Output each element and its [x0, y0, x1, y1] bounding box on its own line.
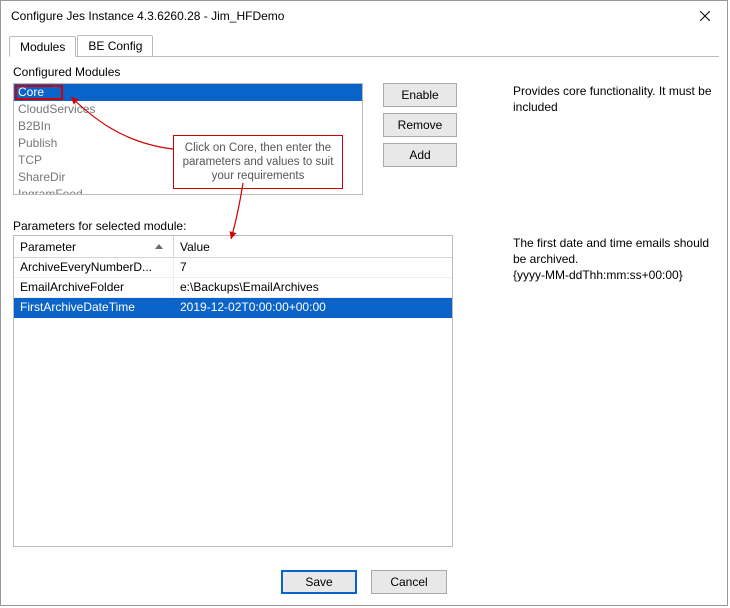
table-row[interactable]: FirstArchiveDateTime 2019-12-02T0:00:00+… — [14, 298, 452, 318]
tab-modules[interactable]: Modules — [9, 36, 76, 57]
module-item-b2bin[interactable]: B2BIn — [14, 118, 362, 135]
module-description: Provides core functionality. It must be … — [513, 83, 718, 115]
param-name: FirstArchiveDateTime — [14, 298, 174, 318]
close-icon — [700, 11, 710, 21]
tab-body: Configured Modules Core CloudServices B2… — [9, 57, 719, 551]
params-area: Parameter Value ArchiveEveryNumberD... 7… — [13, 235, 715, 547]
header-value[interactable]: Value — [174, 236, 452, 257]
grid-body: ArchiveEveryNumberD... 7 EmailArchiveFol… — [14, 258, 452, 546]
param-value: 7 — [174, 258, 452, 278]
tab-be-config[interactable]: BE Config — [77, 35, 153, 56]
parameters-grid[interactable]: Parameter Value ArchiveEveryNumberD... 7… — [13, 235, 453, 547]
configured-modules-label: Configured Modules — [13, 65, 715, 79]
param-desc-line1: The first date and time emails should be… — [513, 235, 718, 267]
add-button[interactable]: Add — [383, 143, 457, 167]
header-parameter-label: Parameter — [20, 240, 76, 254]
parameter-description: The first date and time emails should be… — [513, 235, 718, 283]
header-parameter[interactable]: Parameter — [14, 236, 174, 257]
save-button[interactable]: Save — [281, 570, 357, 594]
param-name: EmailArchiveFolder — [14, 278, 174, 298]
window-title: Configure Jes Instance 4.3.6260.28 - Jim… — [11, 9, 284, 23]
sort-ascending-icon — [155, 244, 163, 249]
parameters-label: Parameters for selected module: — [13, 219, 715, 233]
table-row[interactable]: EmailArchiveFolder e:\Backups\EmailArchi… — [14, 278, 452, 298]
param-value: e:\Backups\EmailArchives — [174, 278, 452, 298]
enable-button[interactable]: Enable — [383, 83, 457, 107]
callout-box: Click on Core, then enter the parameters… — [173, 135, 343, 189]
dialog-window: Configure Jes Instance 4.3.6260.28 - Jim… — [0, 0, 728, 606]
tab-strip: Modules BE Config — [9, 35, 719, 57]
param-desc-line2: {yyyy-MM-ddThh:mm:ss+00:00} — [513, 267, 718, 283]
content-area: Modules BE Config Configured Modules Cor… — [1, 31, 727, 559]
title-bar: Configure Jes Instance 4.3.6260.28 - Jim… — [1, 1, 727, 31]
module-item-cloudservices[interactable]: CloudServices — [14, 101, 362, 118]
table-row[interactable]: ArchiveEveryNumberD... 7 — [14, 258, 452, 278]
module-buttons: Enable Remove Add — [383, 83, 457, 167]
param-name: ArchiveEveryNumberD... — [14, 258, 174, 278]
module-item-core[interactable]: Core — [14, 84, 362, 101]
param-value: 2019-12-02T0:00:00+00:00 — [174, 298, 452, 318]
dialog-footer: Save Cancel — [1, 559, 727, 605]
cancel-button[interactable]: Cancel — [371, 570, 447, 594]
remove-button[interactable]: Remove — [383, 113, 457, 137]
top-area: Core CloudServices B2BIn Publish TCP Sha… — [13, 83, 715, 215]
grid-header: Parameter Value — [14, 236, 452, 258]
close-button[interactable] — [683, 1, 727, 31]
